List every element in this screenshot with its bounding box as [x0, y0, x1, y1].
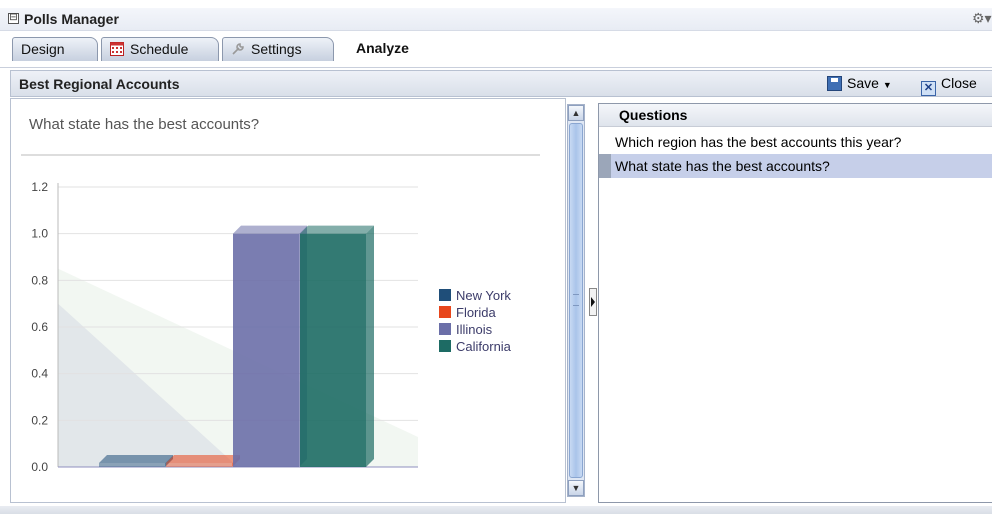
legend-label: California	[456, 339, 512, 354]
tab-design-label: Design	[21, 41, 65, 57]
scroll-up-icon[interactable]: ▲	[568, 105, 584, 121]
panel-header: Best Regional Accounts Save ▼ ✕ Close	[10, 70, 992, 97]
app-title: Polls Manager	[24, 11, 119, 27]
questions-header-label: Questions	[619, 107, 688, 123]
bar-top	[166, 455, 240, 463]
pane-splitter[interactable]	[589, 288, 597, 316]
tab-settings[interactable]: Settings	[222, 37, 334, 61]
bar-florida	[166, 463, 232, 467]
legend-label: New York	[456, 288, 511, 303]
questions-pane: Questions Which region has the best acco…	[598, 103, 992, 503]
legend-swatch	[439, 323, 451, 335]
expand-arrow-icon	[591, 297, 595, 307]
save-icon	[827, 76, 842, 91]
bar-illinois	[233, 233, 299, 467]
question-row-selected[interactable]: What state has the best accounts?	[599, 154, 992, 178]
y-tick-label: 0.0	[31, 460, 48, 474]
save-button[interactable]: Save ▼	[827, 74, 892, 94]
question-text: What state has the best accounts?	[615, 158, 830, 174]
scroll-thumb[interactable]	[569, 123, 583, 478]
collapse-icon[interactable]: ⊟	[8, 13, 19, 24]
legend-label: Illinois	[456, 322, 493, 337]
y-tick-label: 1.0	[31, 227, 48, 241]
close-icon: ✕	[921, 81, 936, 96]
save-label: Save	[847, 75, 879, 91]
tab-design[interactable]: Design	[12, 37, 98, 61]
tab-settings-label: Settings	[251, 41, 302, 57]
y-tick-label: 0.4	[31, 367, 48, 381]
y-tick-label: 1.2	[31, 180, 48, 194]
close-label: Close	[941, 75, 977, 91]
bar-top	[99, 455, 173, 463]
tab-schedule-label: Schedule	[130, 41, 189, 57]
bar-top	[300, 225, 374, 234]
bar-new-york	[99, 463, 165, 467]
tab-analyze-label: Analyze	[356, 40, 409, 56]
tab-analyze[interactable]: Analyze	[356, 37, 426, 61]
bar-california	[300, 233, 366, 467]
bar-side	[366, 225, 374, 467]
gear-icon[interactable]: ⚙▾	[972, 10, 992, 26]
legend-swatch	[439, 340, 451, 352]
tab-schedule[interactable]: Schedule	[101, 37, 219, 61]
wrench-icon	[231, 40, 245, 55]
chart-pane: What state has the best accounts? 0.0 0.2…	[10, 98, 566, 503]
panel-title: Best Regional Accounts	[19, 76, 180, 92]
question-row[interactable]: Which region has the best accounts this …	[599, 130, 992, 154]
legend-swatch	[439, 289, 451, 301]
row-selector	[599, 154, 611, 178]
legend-label: Florida	[456, 305, 497, 320]
chevron-down-icon: ▼	[882, 80, 892, 90]
y-tick-label: 0.6	[31, 320, 48, 334]
bar-chart: 0.0 0.2 0.4 0.6 0.8 1.0 1.2 New York Florida Illi…	[31, 180, 512, 474]
legend-swatch	[439, 306, 451, 318]
vertical-scrollbar[interactable]: ▲ ▼	[567, 104, 585, 497]
close-button[interactable]: ✕ Close	[921, 74, 977, 96]
y-tick-label: 0.8	[31, 273, 48, 287]
y-tick-label: 0.2	[31, 413, 48, 427]
tab-strip: Design Schedule Settings Analyze	[0, 31, 992, 68]
title-bar: ⊟ Polls Manager ⚙▾	[0, 8, 992, 31]
bar-top	[233, 225, 307, 234]
question-text: Which region has the best accounts this …	[615, 134, 902, 150]
scroll-down-icon[interactable]: ▼	[568, 480, 584, 496]
calendar-icon	[110, 40, 124, 56]
status-strip	[0, 506, 992, 514]
grip-icon	[573, 294, 579, 306]
questions-header: Questions	[599, 104, 992, 127]
